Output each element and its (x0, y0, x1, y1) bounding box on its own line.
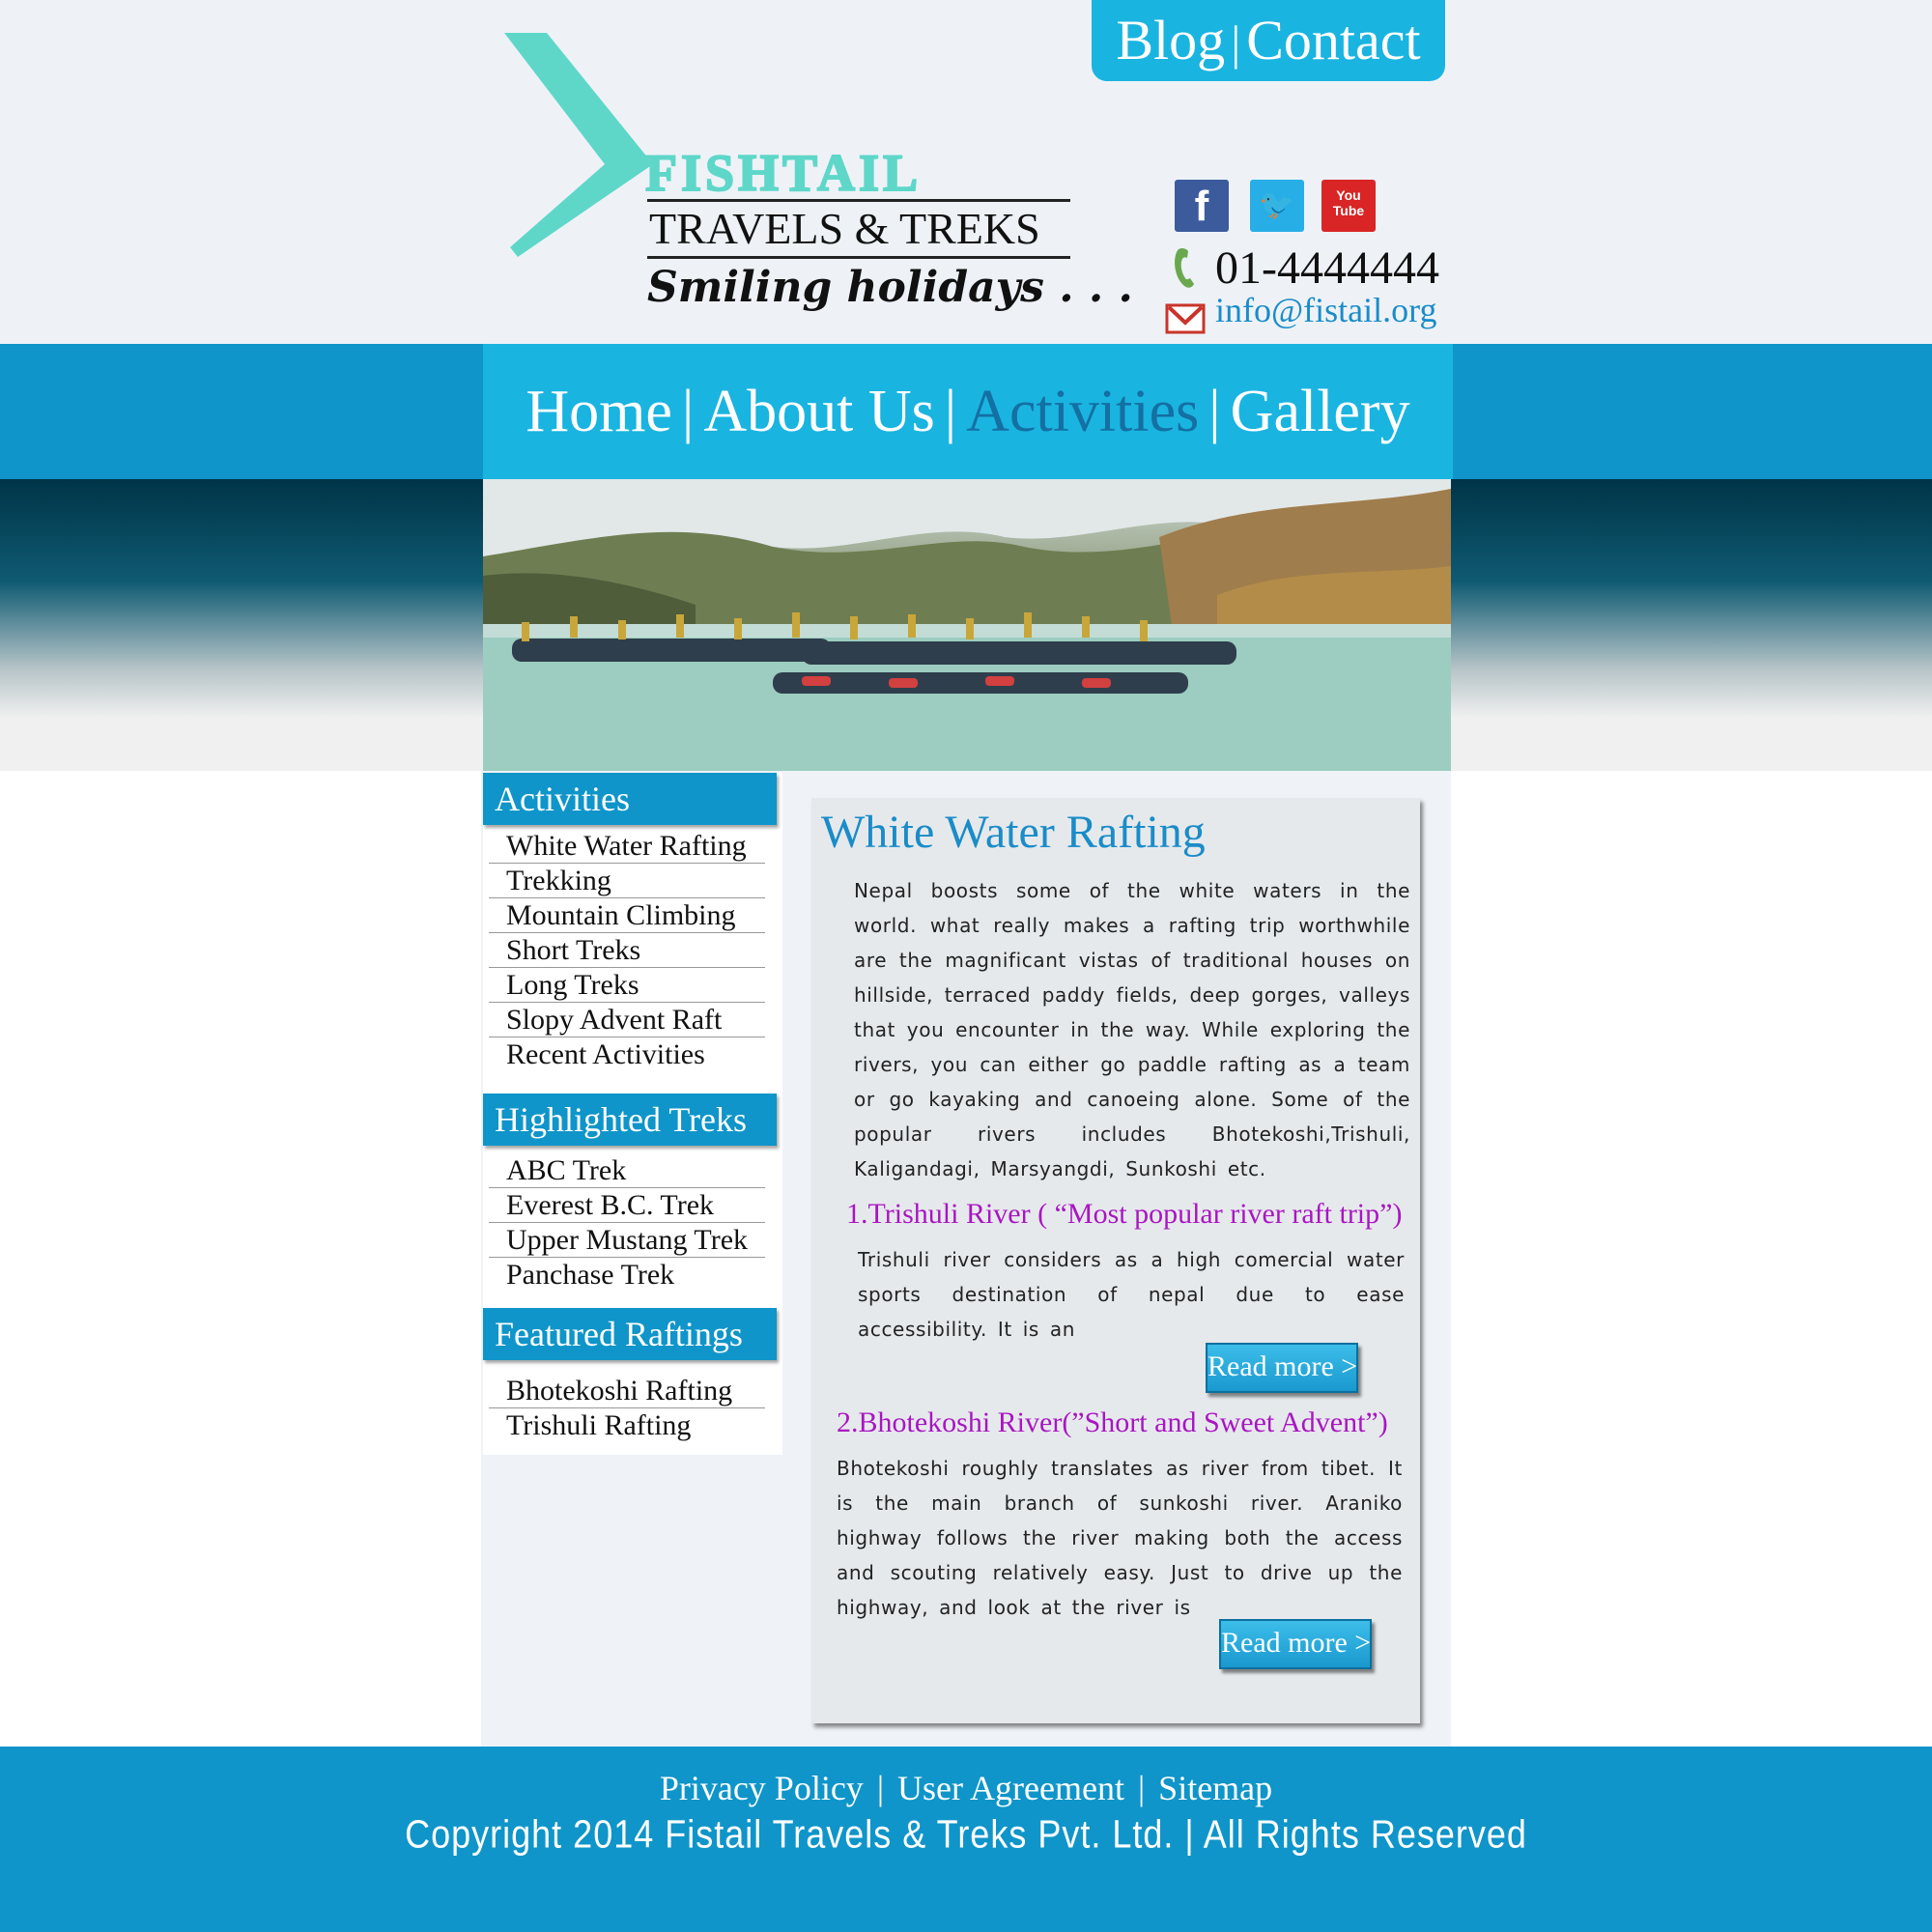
logo-brand[interactable]: FISHTAIL (644, 143, 922, 203)
logo-divider (647, 199, 1070, 202)
sidebar-item[interactable]: Long Treks (489, 968, 765, 1003)
nav-separator: | (681, 379, 695, 444)
mail-icon (1165, 303, 1206, 334)
section-text-bhotekoshi: Bhotekoshi roughly translates as river f… (837, 1457, 1403, 1619)
sidebar-item[interactable]: Bhotekoshi Rafting (489, 1374, 765, 1408)
main-nav: Home | About Us | Activities | Gallery (483, 344, 1453, 479)
nav-separator: | (1208, 379, 1221, 444)
sidebar-item[interactable]: Recent Activities (489, 1037, 765, 1071)
rafting-photo (483, 479, 1451, 771)
section-title-bhotekoshi: 2.Bhotekoshi River(”Short and Sweet Adve… (837, 1406, 1388, 1438)
email-link[interactable]: info@fistail.org (1215, 290, 1436, 330)
footer-separator: | (876, 1769, 885, 1807)
activities-list: White Water Rafting Trekking Mountain Cl… (489, 829, 765, 1071)
footer-links: Privacy Policy | User Agreement | Sitemap (0, 1768, 1932, 1808)
sidebar-item[interactable]: ABC Trek (489, 1153, 765, 1188)
top-links: Blog | Contact (1092, 0, 1445, 81)
highlighted-treks-list: ABC Trek Everest B.C. Trek Upper Mustang… (489, 1153, 765, 1292)
sidebar-item[interactable]: Trishuli Rafting (489, 1408, 765, 1442)
read-more-button[interactable]: Read more > (1219, 1619, 1372, 1669)
sitemap-link[interactable]: Sitemap (1158, 1769, 1272, 1807)
sidebar-item[interactable]: Mountain Climbing (489, 898, 765, 933)
youtube-icon[interactable]: You Tube (1321, 180, 1376, 232)
section-title-trishuli: 1.Trishuli River ( “Most popular river r… (846, 1198, 1403, 1230)
sidebar-item[interactable]: Everest B.C. Trek (489, 1188, 765, 1223)
featured-raftings-list: Bhotekoshi Rafting Trishuli Rafting (489, 1374, 765, 1442)
logo-tagline: Smiling holidays . . . (647, 263, 1133, 312)
nav-activities[interactable]: Activities (966, 379, 1199, 444)
read-more-button[interactable]: Read more > (1206, 1343, 1358, 1393)
privacy-policy-link[interactable]: Privacy Policy (660, 1769, 864, 1807)
nav-about-us[interactable]: About Us (703, 379, 934, 444)
nav-separator: | (944, 379, 957, 444)
facebook-icon[interactable]: f (1175, 180, 1229, 232)
sidebar-item[interactable]: Trekking (489, 864, 765, 898)
phone-icon (1175, 247, 1194, 288)
sidebar-item[interactable]: Slopy Advent Raft (489, 1003, 765, 1037)
footer-separator: | (1137, 1769, 1146, 1807)
sidebar-item[interactable]: Panchase Trek (489, 1258, 765, 1292)
logo-subtitle: TRAVELS & TREKS (649, 204, 1040, 253)
sidebar-heading-activities: Activities (483, 773, 777, 825)
contact-link[interactable]: Contact (1246, 9, 1420, 71)
page-title: White Water Rafting (821, 807, 1206, 858)
logo-divider (647, 256, 1070, 259)
blog-link[interactable]: Blog (1116, 9, 1225, 71)
copyright-text: Copyright 2014 Fistail Travels & Treks P… (405, 1811, 1527, 1857)
sidebar-heading-highlighted-treks: Highlighted Treks (483, 1094, 777, 1146)
sidebar-item[interactable]: Upper Mustang Trek (489, 1223, 765, 1258)
sidebar-item[interactable]: Short Treks (489, 933, 765, 968)
sidebar-heading-featured-raftings: Featured Raftings (483, 1308, 777, 1360)
top-links-separator: | (1231, 15, 1241, 70)
sidebar-item[interactable]: White Water Rafting (489, 829, 765, 864)
section-text-trishuli: Trishuli river considers as a high comer… (858, 1248, 1405, 1341)
nav-gallery[interactable]: Gallery (1231, 379, 1410, 444)
nav-home[interactable]: Home (526, 379, 672, 444)
intro-text: Nepal boosts some of the white waters in… (854, 879, 1410, 1180)
banner-image (483, 479, 1451, 771)
logo-arrow-icon[interactable] (504, 29, 659, 261)
user-agreement-link[interactable]: User Agreement (897, 1769, 1124, 1807)
phone-number: 01-4444444 (1215, 242, 1439, 294)
twitter-icon[interactable]: 🐦 (1250, 180, 1304, 232)
